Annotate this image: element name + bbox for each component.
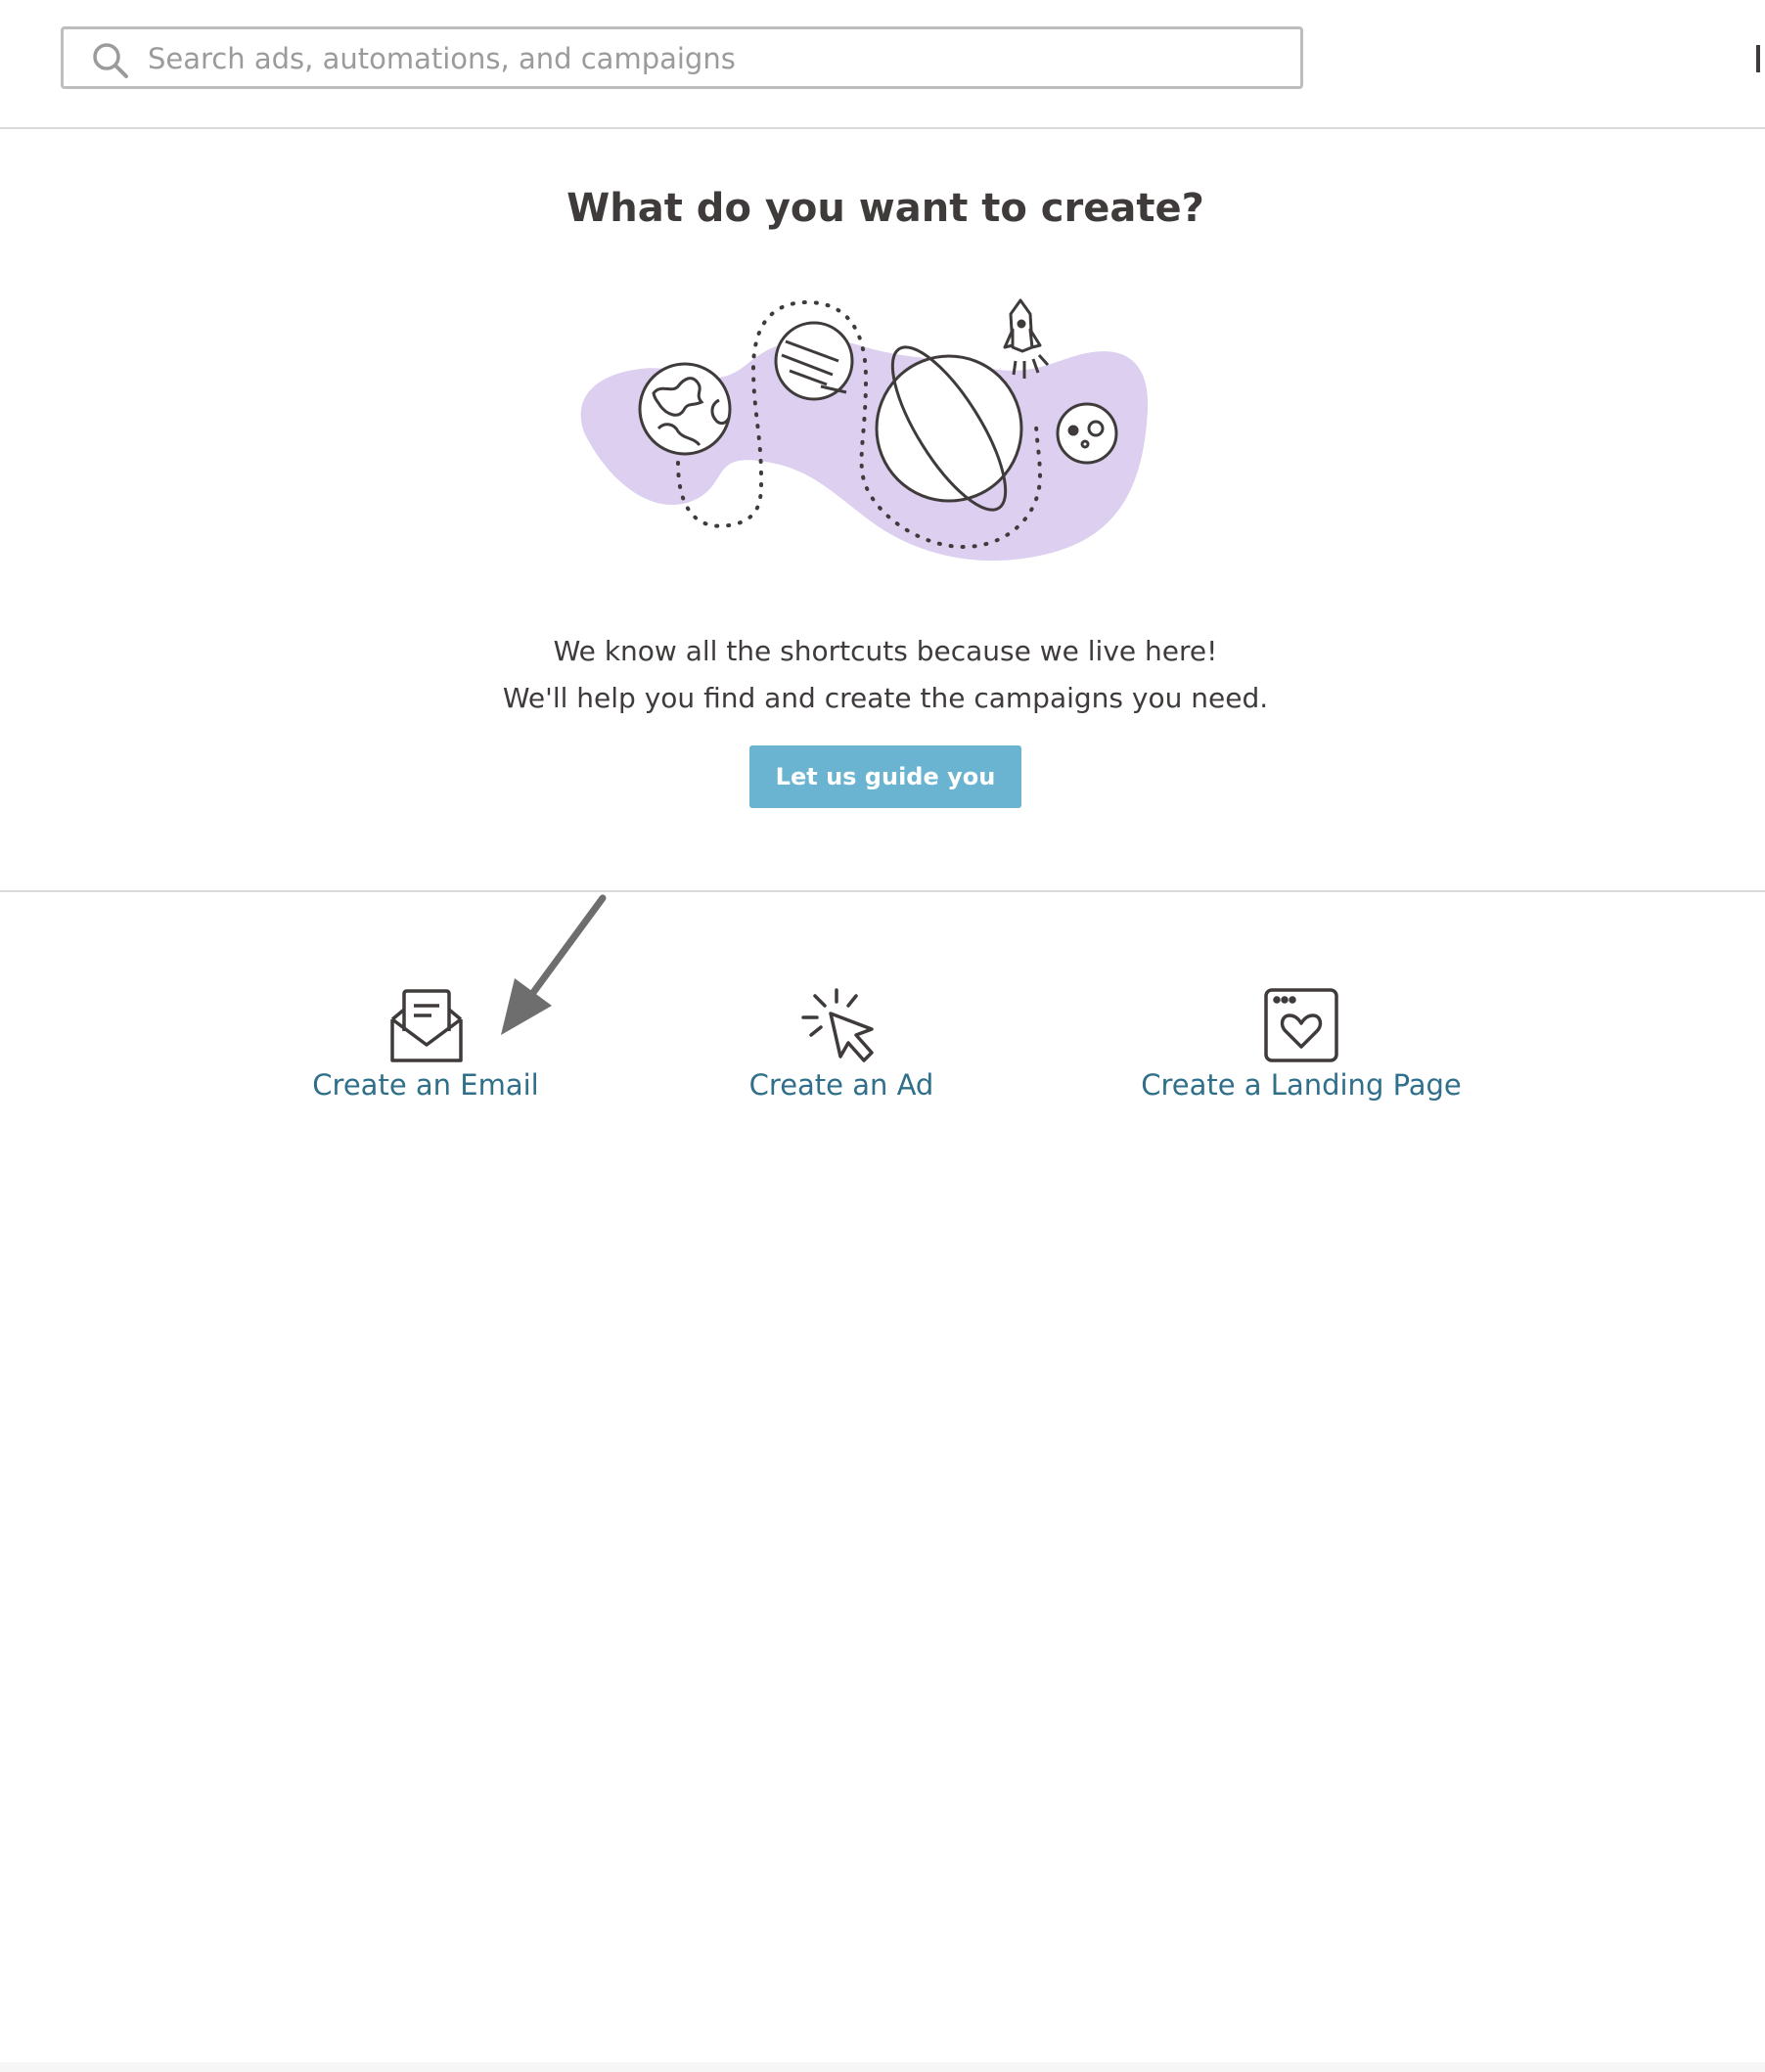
create-email-label[interactable]: Create an Email [294, 1068, 558, 1102]
create-ad-label[interactable]: Create an Ad [724, 1068, 959, 1102]
footer-strip [0, 2062, 1765, 2072]
hero-line-2: We'll help you find and create the campa… [502, 682, 1269, 714]
create-options: Create an Email Create an Ad Create a La… [0, 892, 1765, 2072]
create-ad-option[interactable]: Create an Ad [724, 986, 959, 1123]
envelope-icon [390, 989, 463, 1062]
let-us-guide-you-button[interactable]: Let us guide you [749, 745, 1021, 808]
striped-planet [774, 321, 854, 401]
cursor-click-icon [801, 988, 874, 1062]
search-box[interactable] [61, 26, 1303, 89]
create-landing-page-option[interactable]: Create a Landing Page [1125, 986, 1477, 1123]
top-bar [0, 0, 1765, 129]
page-title: What do you want to create? [566, 186, 1204, 231]
create-hero: What do you want to create? We know all … [0, 129, 1765, 892]
heart-page-icon [1264, 988, 1338, 1062]
create-landing-page-label[interactable]: Create a Landing Page [1125, 1068, 1477, 1102]
earth-planet [638, 362, 732, 456]
hero-description: We know all the shortcuts because we liv… [0, 628, 1765, 722]
search-input[interactable] [148, 35, 1273, 82]
create-email-option[interactable]: Create an Email [294, 986, 558, 1123]
search-icon [93, 43, 128, 78]
hero-line-1: We know all the shortcuts because we liv… [553, 635, 1218, 667]
menu-edge-icon[interactable] [1756, 45, 1760, 72]
moon-planet [1056, 402, 1118, 465]
